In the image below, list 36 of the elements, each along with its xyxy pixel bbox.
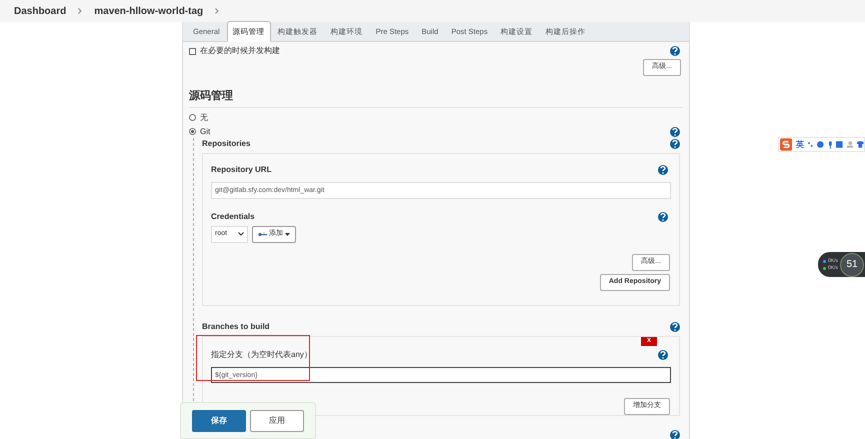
branch-specifier-label: 指定分支（为空时代表any） [211,348,312,360]
help-icon[interactable] [658,164,668,174]
help-icon[interactable] [670,138,680,148]
breadcrumb-link[interactable]: Dashboard [14,4,66,18]
repositories-label: Repositories [202,138,250,150]
checkbox-label: 在必要的时候并发构建 [200,45,280,57]
save-button[interactable]: 保存 [192,410,246,432]
repository-url-label: Repository URL [211,164,272,176]
speed-value: 51 [840,252,864,276]
radio-button[interactable] [189,114,196,121]
radio-label: 无 [200,112,208,124]
chevron-icon [78,8,82,14]
help-icon[interactable] [670,46,680,56]
radio-button[interactable] [189,128,196,135]
shirt-icon[interactable] [857,141,864,148]
microphone-icon[interactable] [828,140,832,148]
key-icon [258,232,267,236]
ime-mode-label[interactable]: 英 [796,138,804,150]
help-icon[interactable] [670,430,680,439]
apply-button[interactable]: 应用 [250,410,304,432]
radio-label: Git [200,126,210,138]
dots-icon[interactable] [808,142,813,147]
help-icon[interactable] [670,322,680,332]
checkbox[interactable] [189,48,196,54]
chevron-icon [238,232,244,236]
dot-icon [823,266,826,270]
caret-icon [285,232,290,236]
branches-label: Branches to build [202,320,270,332]
credentials-label: Credentials [211,210,255,222]
chevron-icon [215,8,220,14]
help-icon[interactable] [670,126,680,136]
dot-icon [823,260,826,262]
help-icon[interactable] [658,212,668,222]
help-icon[interactable] [658,350,668,360]
section-title: 源码管理 [189,88,683,108]
breadcrumb-link[interactable]: maven-hllow-world-tag [94,4,204,18]
